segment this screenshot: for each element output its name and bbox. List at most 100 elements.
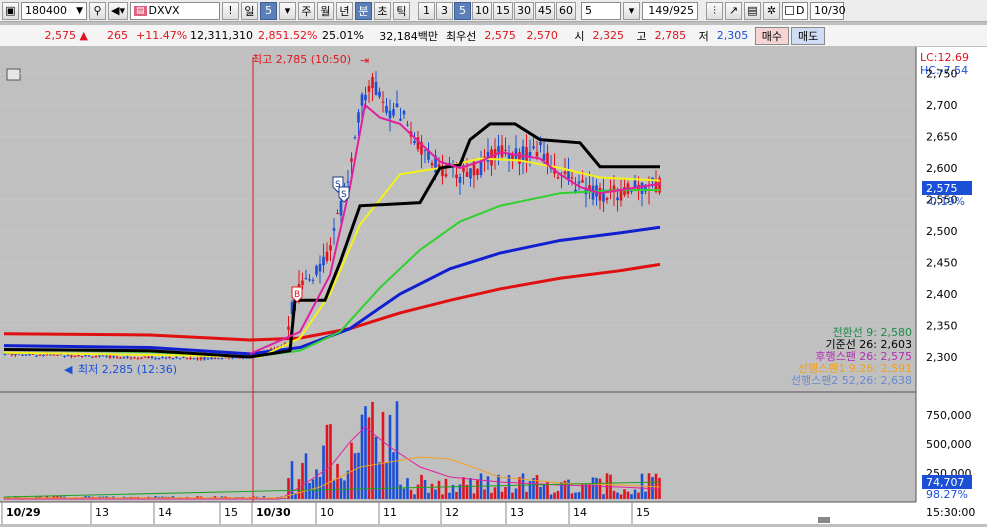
volume-bar <box>658 477 661 499</box>
year-button[interactable]: 년 <box>335 1 353 20</box>
volume-bar <box>392 452 395 499</box>
candle-body <box>220 358 224 360</box>
candle-body <box>406 124 409 126</box>
volume-bar <box>549 494 553 499</box>
buy-button[interactable]: 매수 <box>754 26 789 45</box>
candle-body <box>455 174 458 179</box>
date-checkbox-label: D <box>795 4 805 17</box>
interval-button-30[interactable]: 30 <box>513 1 534 20</box>
sell-button[interactable]: 매도 <box>791 26 826 45</box>
chevron-down-icon[interactable]: ▼ <box>76 6 83 16</box>
volume-bar <box>364 406 367 499</box>
search-icon[interactable]: ⚲ <box>89 1 106 20</box>
gear-icon[interactable]: ✲ <box>762 1 780 20</box>
candle-body <box>304 278 308 280</box>
volume-bar <box>346 470 350 499</box>
volume-bar <box>339 478 343 499</box>
count-dropdown-icon[interactable]: ▾ <box>622 1 640 20</box>
period-dropdown-icon[interactable]: ▾ <box>278 1 296 20</box>
current-price: 2,575 ▲ <box>44 29 88 42</box>
volume-bar <box>469 478 472 499</box>
candle-body <box>70 355 73 357</box>
candle-body <box>577 181 581 184</box>
volume-bar <box>304 453 308 499</box>
volume-bar <box>490 492 493 499</box>
candle-body <box>532 146 535 149</box>
volume-bar <box>507 475 511 499</box>
checkbox-icon[interactable] <box>784 6 794 15</box>
time-label: 10 <box>320 506 334 519</box>
stock-code-input[interactable]: 180400 ▼ <box>21 1 87 20</box>
open-price: 2,325 <box>592 29 625 42</box>
candle-body <box>105 355 108 357</box>
low-price: 2,305 <box>716 29 749 42</box>
month-button[interactable]: 월 <box>316 1 334 20</box>
volume-bar <box>518 477 521 499</box>
price-change-pct: +11.47% <box>136 29 188 42</box>
candle-body <box>157 357 161 359</box>
candle-body <box>126 356 129 358</box>
volume-bar <box>591 477 595 499</box>
volume-bar <box>483 489 486 499</box>
high-label: 고 <box>636 29 647 43</box>
candle-body <box>199 357 203 360</box>
chart-grid-toggle-icon[interactable] <box>6 68 21 81</box>
stock-name-field[interactable]: ▤ DXVX <box>129 1 220 20</box>
layout-icon[interactable]: ▣ <box>2 1 19 20</box>
page-counter-value: 149/925 <box>648 4 694 17</box>
candle-body <box>504 149 507 151</box>
interval-button-3[interactable]: 3 <box>435 1 453 20</box>
week-button[interactable]: 주 <box>297 1 315 20</box>
interval-button-60[interactable]: 60 <box>555 1 576 20</box>
alert-button[interactable]: ! <box>221 1 239 20</box>
volume-bar <box>308 482 311 499</box>
candle-body <box>217 358 220 360</box>
volume-bar <box>500 491 504 499</box>
interval-button-15[interactable]: 15 <box>492 1 513 20</box>
candle-body <box>147 356 150 359</box>
period-day-button[interactable]: 일 <box>240 1 258 20</box>
candle-body <box>500 145 504 157</box>
volume-bar <box>584 484 588 499</box>
tick-button[interactable]: 틱 <box>392 1 410 20</box>
candle-body <box>476 168 479 175</box>
volume-bar <box>472 493 476 499</box>
volume-bar <box>493 487 497 499</box>
price-axis-panel <box>916 47 987 524</box>
interval-button-10[interactable]: 10 <box>471 1 492 20</box>
volume-bar <box>420 474 423 499</box>
date-checkbox[interactable]: D <box>781 1 808 20</box>
candle-body <box>154 358 157 360</box>
interval-button-5[interactable]: 5 <box>453 1 471 20</box>
candle-body <box>322 256 325 266</box>
candle-body <box>91 356 94 358</box>
date-input[interactable]: 10/30 <box>809 1 846 20</box>
low-marker: 최저 2,285 (12:36) <box>78 363 177 376</box>
chart-area: 최고 2,785 (10:50) ⇥ ◀ 최저 2,285 (12:36) B … <box>0 47 987 524</box>
line-tool-icon[interactable]: ↗ <box>724 1 742 20</box>
interval-button-45[interactable]: 45 <box>534 1 555 20</box>
interval-group: 1 3 5 10 15 30 45 60 <box>417 1 576 20</box>
volume-bar <box>521 473 525 499</box>
candle-body <box>143 356 147 358</box>
second-button[interactable]: 초 <box>373 1 391 20</box>
volume-bar <box>385 462 388 499</box>
candle-body <box>388 110 392 119</box>
interval-button-1[interactable]: 1 <box>417 1 435 20</box>
minute-button[interactable]: 분 <box>354 1 372 20</box>
candle-body <box>189 357 192 359</box>
candle-body <box>24 354 28 356</box>
candle-tool-icon[interactable]: ⫶ <box>705 1 723 20</box>
chart-canvas[interactable]: 최고 2,785 (10:50) ⇥ ◀ 최저 2,285 (12:36) B … <box>0 47 987 524</box>
period-value-select[interactable]: 5 <box>259 1 277 20</box>
volume-bar <box>651 477 654 499</box>
candle-body <box>42 354 45 356</box>
candle-body <box>175 356 178 359</box>
speaker-icon[interactable]: ◀▾ <box>108 1 128 20</box>
volume-bar <box>318 476 322 499</box>
scroll-thumb[interactable] <box>818 517 830 523</box>
count-select[interactable]: 5 <box>580 1 621 20</box>
save-icon[interactable]: ▤ <box>743 1 761 20</box>
stock-name-value: DXVX <box>148 4 180 17</box>
volume-bar <box>630 494 633 499</box>
